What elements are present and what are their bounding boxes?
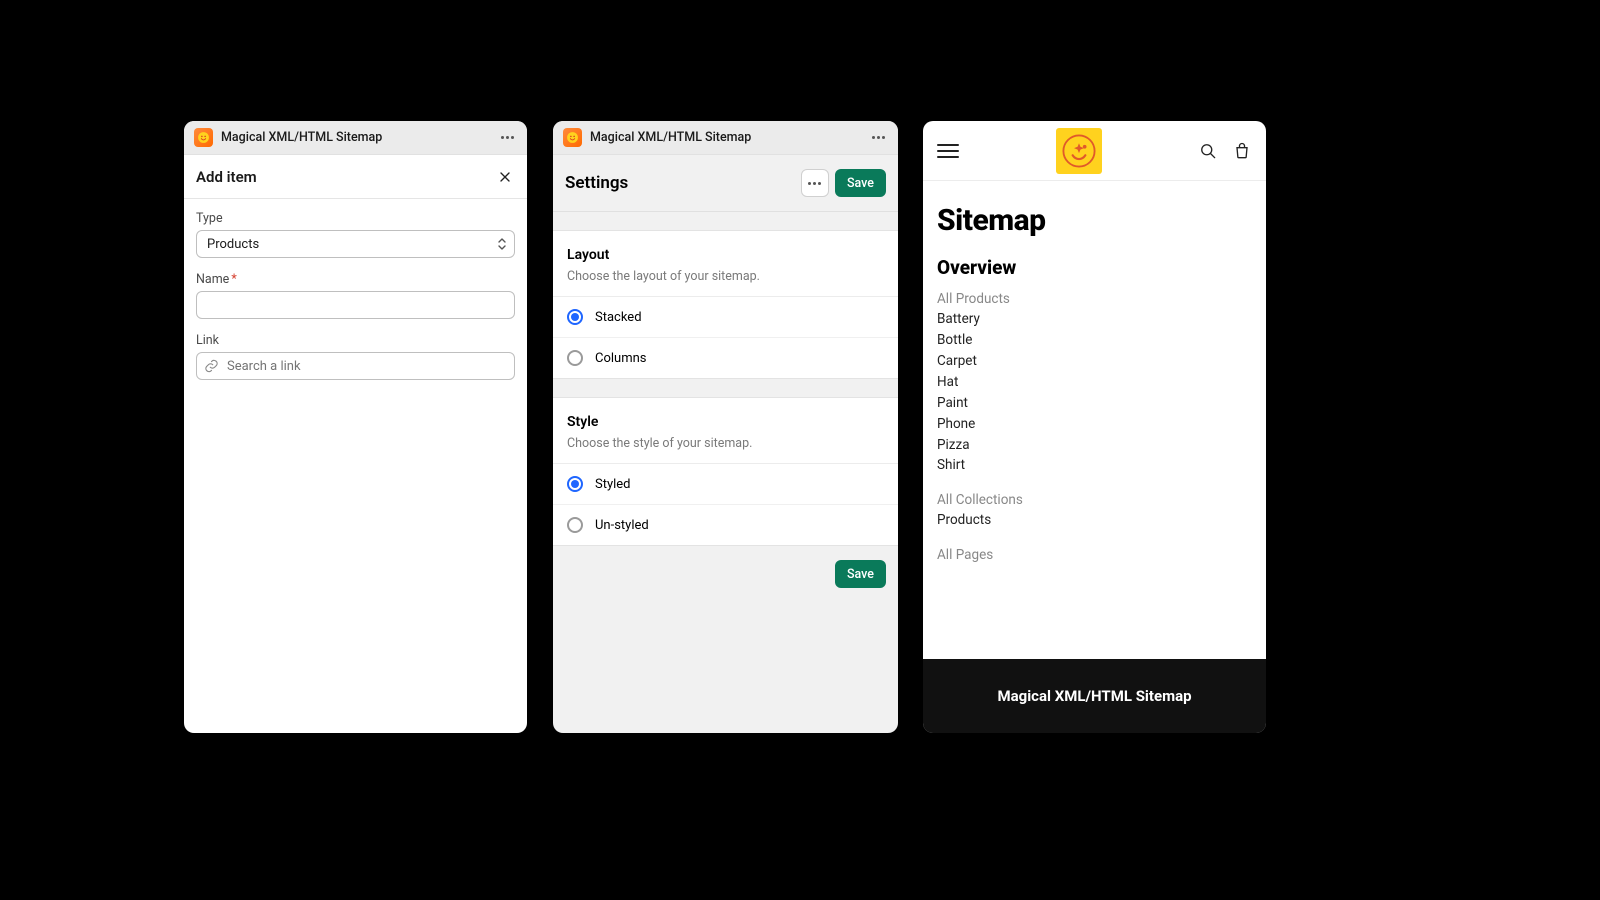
add-item-panel: Magical XML/HTML Sitemap Add item Type P…: [184, 121, 527, 733]
layout-desc: Choose the layout of your sitemap.: [567, 269, 884, 284]
store-logo[interactable]: [1056, 128, 1102, 174]
product-link[interactable]: Bottle: [937, 330, 1252, 351]
name-input[interactable]: [196, 291, 515, 319]
menu-button[interactable]: [937, 140, 959, 162]
more-menu-button[interactable]: [868, 128, 888, 148]
store-header: [923, 121, 1266, 181]
app-header: Magical XML/HTML Sitemap: [184, 121, 527, 155]
close-button[interactable]: [495, 167, 515, 187]
style-title: Style: [567, 414, 884, 430]
all-pages-heading: All Pages: [937, 547, 1252, 563]
product-link[interactable]: Phone: [937, 414, 1252, 435]
layout-option-stacked[interactable]: Stacked: [553, 297, 898, 338]
name-label: Name*: [196, 272, 515, 287]
logo-icon: [1062, 134, 1096, 168]
product-link[interactable]: Pizza: [937, 435, 1252, 456]
style-option-styled[interactable]: Styled: [553, 464, 898, 505]
storefront-preview: Sitemap Overview All Products Battery Bo…: [923, 121, 1266, 733]
close-icon: [497, 169, 513, 185]
radio-icon: [567, 309, 583, 325]
product-link[interactable]: Battery: [937, 309, 1252, 330]
store-footer: Magical XML/HTML Sitemap: [923, 659, 1266, 733]
link-label: Link: [196, 333, 515, 348]
layout-option-columns[interactable]: Columns: [553, 338, 898, 378]
collections-list: All Collections Products: [937, 492, 1252, 531]
pages-list: All Pages: [937, 547, 1252, 563]
sitemap-title: Sitemap: [937, 203, 1252, 238]
all-products-heading: All Products: [937, 291, 1252, 307]
save-button[interactable]: Save: [835, 169, 886, 197]
product-link[interactable]: Hat: [937, 372, 1252, 393]
all-collections-heading: All Collections: [937, 492, 1252, 508]
panel-titlebar: Add item: [184, 155, 527, 199]
style-card: Style Choose the style of your sitemap. …: [553, 397, 898, 546]
settings-more-button[interactable]: [801, 169, 829, 197]
product-link[interactable]: Paint: [937, 393, 1252, 414]
product-link[interactable]: Shirt: [937, 455, 1252, 476]
settings-heading: Settings: [565, 173, 628, 193]
app-title: Magical XML/HTML Sitemap: [221, 130, 497, 145]
product-link[interactable]: Carpet: [937, 351, 1252, 372]
products-list: All Products Battery Bottle Carpet Hat P…: [937, 291, 1252, 476]
more-menu-button[interactable]: [497, 128, 517, 148]
app-header: Magical XML/HTML Sitemap: [553, 121, 898, 155]
link-input[interactable]: [196, 352, 515, 380]
settings-panel: Magical XML/HTML Sitemap Settings Save L…: [553, 121, 898, 733]
overview-heading: Overview: [937, 256, 1252, 279]
settings-titlebar: Settings Save: [553, 155, 898, 212]
footer-text: Magical XML/HTML Sitemap: [997, 687, 1191, 705]
radio-icon: [567, 517, 583, 533]
panel-heading: Add item: [196, 168, 257, 186]
search-icon[interactable]: [1198, 141, 1218, 161]
style-option-unstyled[interactable]: Un-styled: [553, 505, 898, 545]
layout-title: Layout: [567, 247, 884, 263]
app-icon: [194, 128, 213, 147]
app-icon: [563, 128, 582, 147]
cart-icon[interactable]: [1232, 141, 1252, 161]
radio-icon: [567, 476, 583, 492]
type-select[interactable]: Products: [196, 230, 515, 258]
style-desc: Choose the style of your sitemap.: [567, 436, 884, 451]
link-icon: [204, 359, 219, 374]
layout-card: Layout Choose the layout of your sitemap…: [553, 230, 898, 379]
collection-link[interactable]: Products: [937, 510, 1252, 531]
type-label: Type: [196, 211, 515, 226]
footer-save-button[interactable]: Save: [835, 560, 886, 588]
radio-icon: [567, 350, 583, 366]
app-title: Magical XML/HTML Sitemap: [590, 130, 868, 145]
